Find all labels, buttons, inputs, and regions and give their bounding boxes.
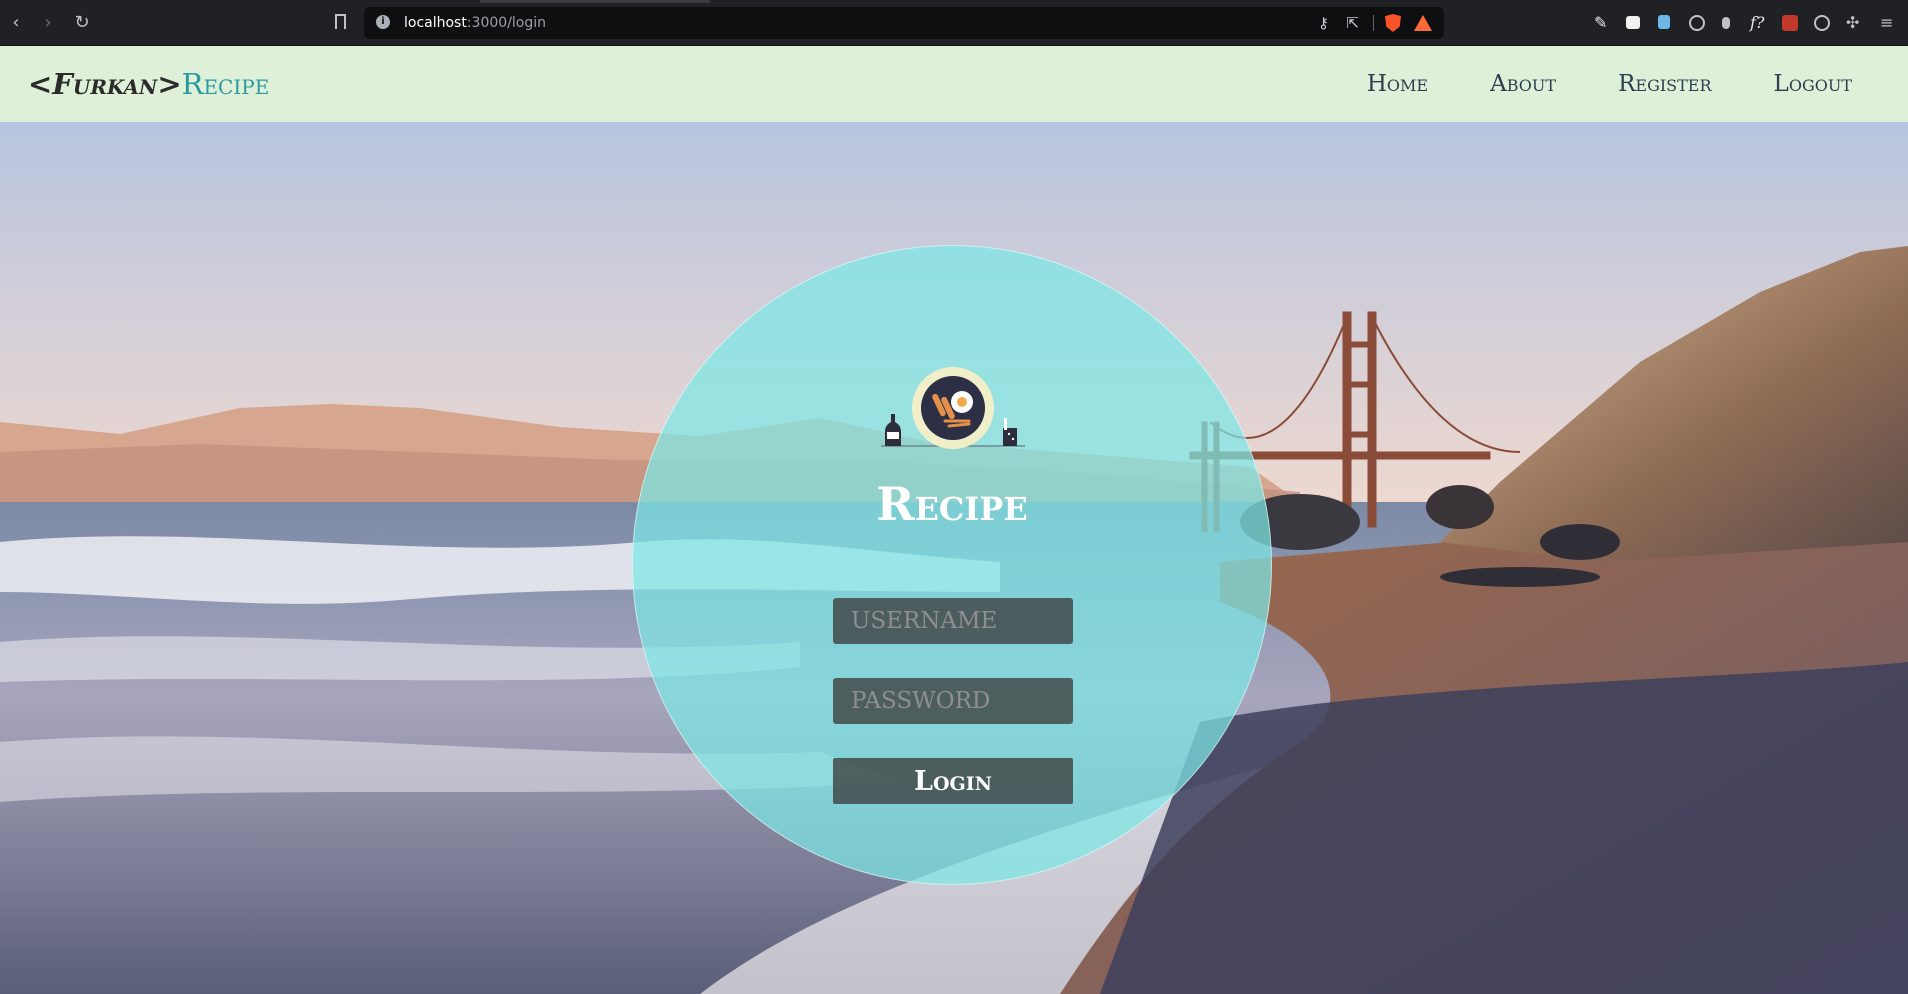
back-icon[interactable]: ‹ bbox=[6, 13, 26, 33]
eyedropper-icon[interactable]: ✎ bbox=[1594, 15, 1610, 31]
info-icon[interactable]: i bbox=[376, 15, 390, 29]
key-icon[interactable]: ⚷ bbox=[1318, 14, 1329, 32]
brave-rewards-icon[interactable] bbox=[1414, 15, 1432, 31]
forward-icon[interactable]: › bbox=[38, 13, 58, 33]
url-text: localhost:3000/login bbox=[404, 15, 547, 31]
extension-drop-icon[interactable] bbox=[1722, 17, 1730, 29]
logo-main-text: <Furkan> bbox=[28, 67, 182, 101]
logo-accent-text: Recipe bbox=[181, 67, 270, 101]
reload-icon[interactable]: ↻ bbox=[72, 13, 92, 33]
bookmark-icon[interactable] bbox=[335, 14, 346, 29]
target-icon[interactable] bbox=[1814, 15, 1830, 31]
nav-link-about[interactable]: About bbox=[1490, 68, 1556, 100]
puzzle-icon[interactable]: ✣ bbox=[1846, 15, 1862, 31]
nav-link-logout[interactable]: Logout bbox=[1774, 68, 1852, 100]
brave-shield-icon[interactable] bbox=[1385, 14, 1401, 32]
nav-link-register[interactable]: Register bbox=[1618, 68, 1711, 100]
menu-icon[interactable]: ≡ bbox=[1880, 15, 1896, 31]
login-button[interactable]: Login bbox=[833, 758, 1073, 804]
page: <Furkan>Recipe Home About Register Logou… bbox=[0, 46, 1908, 994]
password-input[interactable] bbox=[833, 678, 1073, 724]
font-icon[interactable]: f? bbox=[1750, 15, 1766, 31]
login-title: Recipe bbox=[876, 477, 1028, 531]
extension-doc-icon[interactable] bbox=[1658, 15, 1670, 29]
tab-indicator bbox=[480, 0, 710, 3]
login-panel: Recipe Login bbox=[632, 245, 1272, 885]
site-navbar: <Furkan>Recipe Home About Register Logou… bbox=[0, 46, 1908, 122]
site-logo[interactable]: <Furkan>Recipe bbox=[28, 64, 269, 104]
compass-icon[interactable] bbox=[1689, 15, 1705, 31]
address-bar[interactable]: i localhost:3000/login ⚷ ⇱ bbox=[364, 7, 1444, 39]
share-icon[interactable]: ⇱ bbox=[1346, 14, 1359, 32]
recipe-illustration bbox=[881, 367, 1025, 449]
nav-link-home[interactable]: Home bbox=[1367, 68, 1428, 100]
nav-menu: Home About Register Logout bbox=[1367, 68, 1852, 100]
browser-toolbar: ‹ › ↻ i localhost:3000/login ⚷ ⇱ ✎ f? ✣ … bbox=[0, 0, 1908, 46]
extension-note-icon[interactable] bbox=[1626, 16, 1640, 29]
extension-red-icon[interactable] bbox=[1782, 15, 1798, 31]
divider bbox=[1373, 15, 1374, 31]
username-input[interactable] bbox=[833, 598, 1073, 644]
